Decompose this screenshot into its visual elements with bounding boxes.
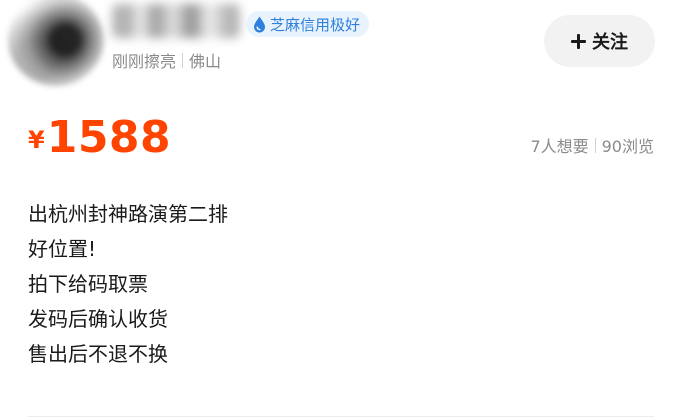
description-line: 出杭州封神路演第二排: [28, 202, 228, 226]
listing-stats: 7人想要 90浏览: [530, 133, 654, 157]
seller-meta: 刚刚擦亮 佛山: [112, 48, 221, 72]
seller-location: 佛山: [189, 52, 222, 71]
view-count: 90浏览: [601, 137, 654, 156]
seller-avatar[interactable]: [8, 0, 104, 86]
description-line: 售出后不退不换: [28, 342, 168, 366]
seller-name-blurred[interactable]: [112, 4, 240, 38]
plus-icon: [571, 33, 586, 49]
currency-symbol: ¥: [28, 126, 45, 154]
credit-badge-label: 芝麻信用极好: [270, 15, 361, 34]
description-line: 发码后确认收货: [28, 307, 168, 331]
description-line: 好位置!: [28, 237, 97, 261]
seller-header: 芝麻信用极好 刚刚擦亮 佛山 关注: [0, 0, 683, 90]
item-description: 出杭州封神路演第二排 好位置! 拍下给码取票 发码后确认收货 售出后不退不换: [28, 197, 228, 372]
divider: [28, 416, 654, 417]
price-value: 1588: [46, 112, 172, 163]
sesame-credit-drop-icon: [254, 16, 265, 32]
price: ¥ 1588: [28, 108, 171, 160]
want-count: 7人想要: [530, 137, 589, 156]
credit-badge[interactable]: 芝麻信用极好: [246, 11, 370, 37]
follow-button-label: 关注: [592, 32, 628, 53]
meta-divider: [182, 52, 184, 68]
stats-divider: [594, 137, 596, 153]
follow-button[interactable]: 关注: [544, 15, 655, 67]
description-line: 拍下给码取票: [28, 272, 148, 296]
active-status: 刚刚擦亮: [112, 52, 177, 71]
